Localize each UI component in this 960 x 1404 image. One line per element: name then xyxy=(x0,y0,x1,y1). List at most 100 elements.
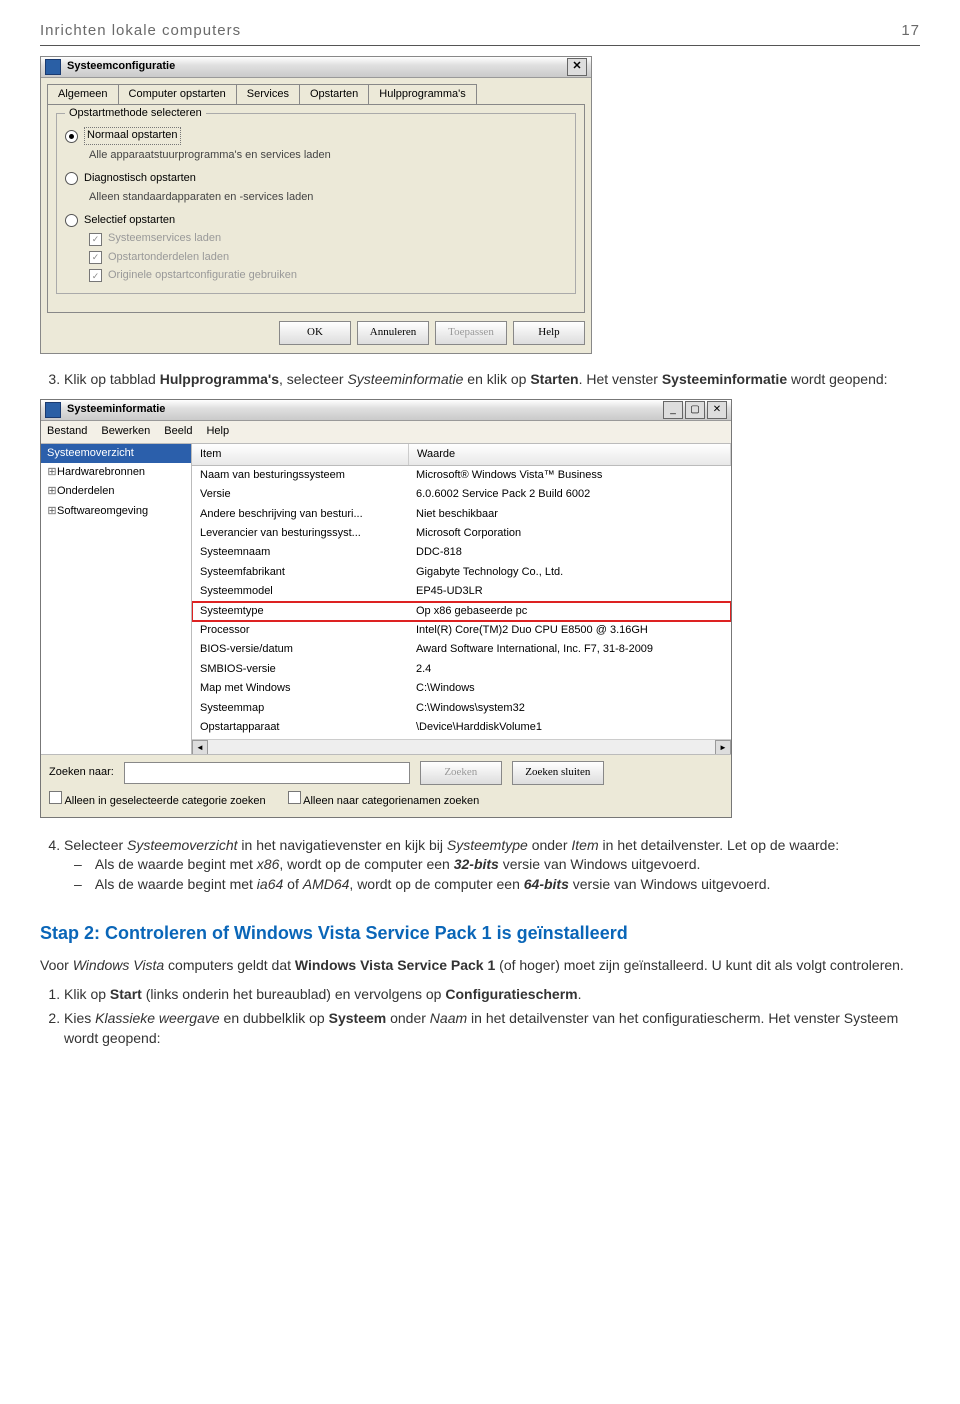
tree-onderdelen[interactable]: ⊞Onderdelen xyxy=(41,482,191,501)
table-row[interactable]: Leverancier van besturingssyst...Microso… xyxy=(192,524,731,543)
tree-root[interactable]: Systeemoverzicht xyxy=(41,444,191,463)
scroll-right-icon[interactable]: ► xyxy=(715,740,731,754)
radio-icon xyxy=(65,172,78,185)
col-value: Waarde xyxy=(409,444,731,465)
cell-item: Systeemnaam xyxy=(192,543,408,562)
table-row[interactable]: BIOS-versie/datumAward Software Internat… xyxy=(192,640,731,659)
tree-hardwarebronnen[interactable]: ⊞Hardwarebronnen xyxy=(41,463,191,482)
cell-value: \Device\HarddiskVolume1 xyxy=(408,718,731,737)
ok-button[interactable]: OK xyxy=(279,321,351,345)
table-row[interactable]: SysteemmapC:\Windows\system32 xyxy=(192,699,731,718)
cell-value: DDC-818 xyxy=(408,543,731,562)
radio-selective-startup[interactable]: Selectief opstarten xyxy=(65,213,567,228)
tab-services[interactable]: Services xyxy=(236,84,300,104)
step-3: Klik op tabblad Hulpprogramma's, selecte… xyxy=(64,370,920,390)
sysinfo-window-title: Systeeminformatie xyxy=(67,402,663,417)
table-row[interactable]: Versie6.0.6002 Service Pack 2 Build 6002 xyxy=(192,485,731,504)
expand-icon[interactable]: ⊞ xyxy=(47,484,57,499)
tab-algemeen[interactable]: Algemeen xyxy=(47,84,119,104)
cell-item: Systeemmap xyxy=(192,699,408,718)
table-row[interactable]: SysteemfabrikantGigabyte Technology Co.,… xyxy=(192,563,731,582)
sysinfo-tree[interactable]: Systeemoverzicht ⊞Hardwarebronnen ⊞Onder… xyxy=(41,444,192,754)
close-icon[interactable]: ✕ xyxy=(707,401,727,419)
sysinfo-search-options: Alleen in geselecteerde categorie zoeken… xyxy=(41,791,731,817)
cell-value: 2.4 xyxy=(408,660,731,679)
step2-1: Klik op Start (links onderin het bureaub… xyxy=(64,985,920,1005)
expand-icon[interactable]: ⊞ xyxy=(47,465,57,480)
apply-button[interactable]: Toepassen xyxy=(435,321,507,345)
msconfig-window-title: Systeemconfiguratie xyxy=(67,59,567,74)
cell-value: Op x86 gebaseerde pc xyxy=(408,602,731,621)
menu-beeld[interactable]: Beeld xyxy=(164,424,192,439)
checkbox-icon xyxy=(49,791,62,804)
menu-bewerken[interactable]: Bewerken xyxy=(101,424,150,439)
cell-value: 6.0.6002 Service Pack 2 Build 6002 xyxy=(408,485,731,504)
grid-body[interactable]: Naam van besturingssysteemMicrosoft® Win… xyxy=(192,466,731,739)
checkbox-icon xyxy=(288,791,301,804)
tree-softwareomgeving[interactable]: ⊞Softwareomgeving xyxy=(41,502,191,521)
group-legend: Opstartmethode selecteren xyxy=(65,106,206,121)
cell-item: Leverancier van besturingssyst... xyxy=(192,524,408,543)
sysinfo-menubar: Bestand Bewerken Beeld Help xyxy=(41,421,731,443)
search-button[interactable]: Zoeken xyxy=(420,761,502,785)
chk-search-category-names[interactable]: Alleen naar categorienamen zoeken xyxy=(288,791,480,809)
tab-computer-opstarten[interactable]: Computer opstarten xyxy=(118,84,237,104)
menu-help[interactable]: Help xyxy=(206,424,229,439)
table-row[interactable]: Map met WindowsC:\Windows xyxy=(192,679,731,698)
chk-search-selected-category[interactable]: Alleen in geselecteerde categorie zoeken xyxy=(49,791,266,809)
scrollbar-horizontal[interactable]: ◄ ► xyxy=(192,739,731,754)
cell-value: Niet beschikbaar xyxy=(408,505,731,524)
msconfig-button-row: OK Annuleren Toepassen Help xyxy=(41,321,591,353)
search-close-button[interactable]: Zoeken sluiten xyxy=(512,761,604,785)
cell-item: Systeemtype xyxy=(192,602,408,621)
msconfig-titlebar[interactable]: Systeemconfiguratie ✕ xyxy=(41,57,591,78)
tab-opstarten[interactable]: Opstarten xyxy=(299,84,369,104)
step-4: Selecteer Systeemoverzicht in het naviga… xyxy=(64,836,920,895)
cell-value: Award Software International, Inc. F7, 3… xyxy=(408,640,731,659)
cell-value: Microsoft Corporation xyxy=(408,524,731,543)
table-row[interactable]: Andere beschrijving van besturi...Niet b… xyxy=(192,505,731,524)
radio-label: Diagnostisch opstarten xyxy=(84,171,196,186)
doc-body: Klik op tabblad Hulpprogramma's, selecte… xyxy=(40,370,920,390)
cancel-button[interactable]: Annuleren xyxy=(357,321,429,345)
radio-label: Selectief opstarten xyxy=(84,213,175,228)
tab-hulpprogrammas[interactable]: Hulpprogramma's xyxy=(368,84,476,104)
cell-item: Systeemfabrikant xyxy=(192,563,408,582)
checkbox-icon xyxy=(89,233,102,246)
chk-startup-items: Opstartonderdelen laden xyxy=(89,250,567,265)
help-button[interactable]: Help xyxy=(513,321,585,345)
minimize-icon[interactable]: _ xyxy=(663,401,683,419)
table-row[interactable]: SMBIOS-versie2.4 xyxy=(192,660,731,679)
radio-icon xyxy=(65,214,78,227)
radio-normal-desc: Alle apparaatstuurprogramma's en service… xyxy=(89,148,567,163)
table-row[interactable]: Opstartapparaat\Device\HarddiskVolume1 xyxy=(192,718,731,737)
checkbox-icon xyxy=(89,269,102,282)
page-number: 17 xyxy=(901,20,920,41)
scroll-left-icon[interactable]: ◄ xyxy=(192,740,208,754)
table-row[interactable]: Naam van besturingssysteemMicrosoft® Win… xyxy=(192,466,731,485)
cell-item: Systeemmodel xyxy=(192,582,408,601)
radio-diagnostic-startup[interactable]: Diagnostisch opstarten xyxy=(65,171,567,186)
cell-item: Map met Windows xyxy=(192,679,408,698)
bullet-x86: Als de waarde begint met x86, wordt op d… xyxy=(92,855,920,875)
search-input[interactable] xyxy=(124,762,410,784)
close-icon[interactable]: ✕ xyxy=(567,58,587,76)
table-row[interactable]: SysteemnaamDDC-818 xyxy=(192,543,731,562)
radio-normal-startup[interactable]: Normaal opstarten xyxy=(65,127,567,144)
table-row[interactable]: ProcessorIntel(R) Core(TM)2 Duo CPU E850… xyxy=(192,621,731,640)
expand-icon[interactable]: ⊞ xyxy=(47,504,57,519)
sysinfo-searchbar: Zoeken naar: Zoeken Zoeken sluiten xyxy=(41,754,731,791)
menu-bestand[interactable]: Bestand xyxy=(47,424,87,439)
cell-item: Andere beschrijving van besturi... xyxy=(192,505,408,524)
cell-item: Versie xyxy=(192,485,408,504)
table-row[interactable]: SysteemmodelEP45-UD3LR xyxy=(192,582,731,601)
table-row[interactable]: SysteemtypeOp x86 gebaseerde pc xyxy=(192,602,731,621)
step2-heading: Stap 2: Controleren of Windows Vista Ser… xyxy=(40,921,920,946)
chk-system-services: Systeemservices laden xyxy=(89,231,567,246)
sysinfo-titlebar[interactable]: Systeeminformatie _ ▢ ✕ xyxy=(41,400,731,421)
maximize-icon[interactable]: ▢ xyxy=(685,401,705,419)
radio-diag-desc: Alleen standaardapparaten en -services l… xyxy=(89,190,567,205)
chk-label: Originele opstartconfiguratie gebruiken xyxy=(108,268,297,283)
page-header: Inrichten lokale computers 17 xyxy=(40,20,920,46)
grid-header[interactable]: Item Waarde xyxy=(192,444,731,466)
